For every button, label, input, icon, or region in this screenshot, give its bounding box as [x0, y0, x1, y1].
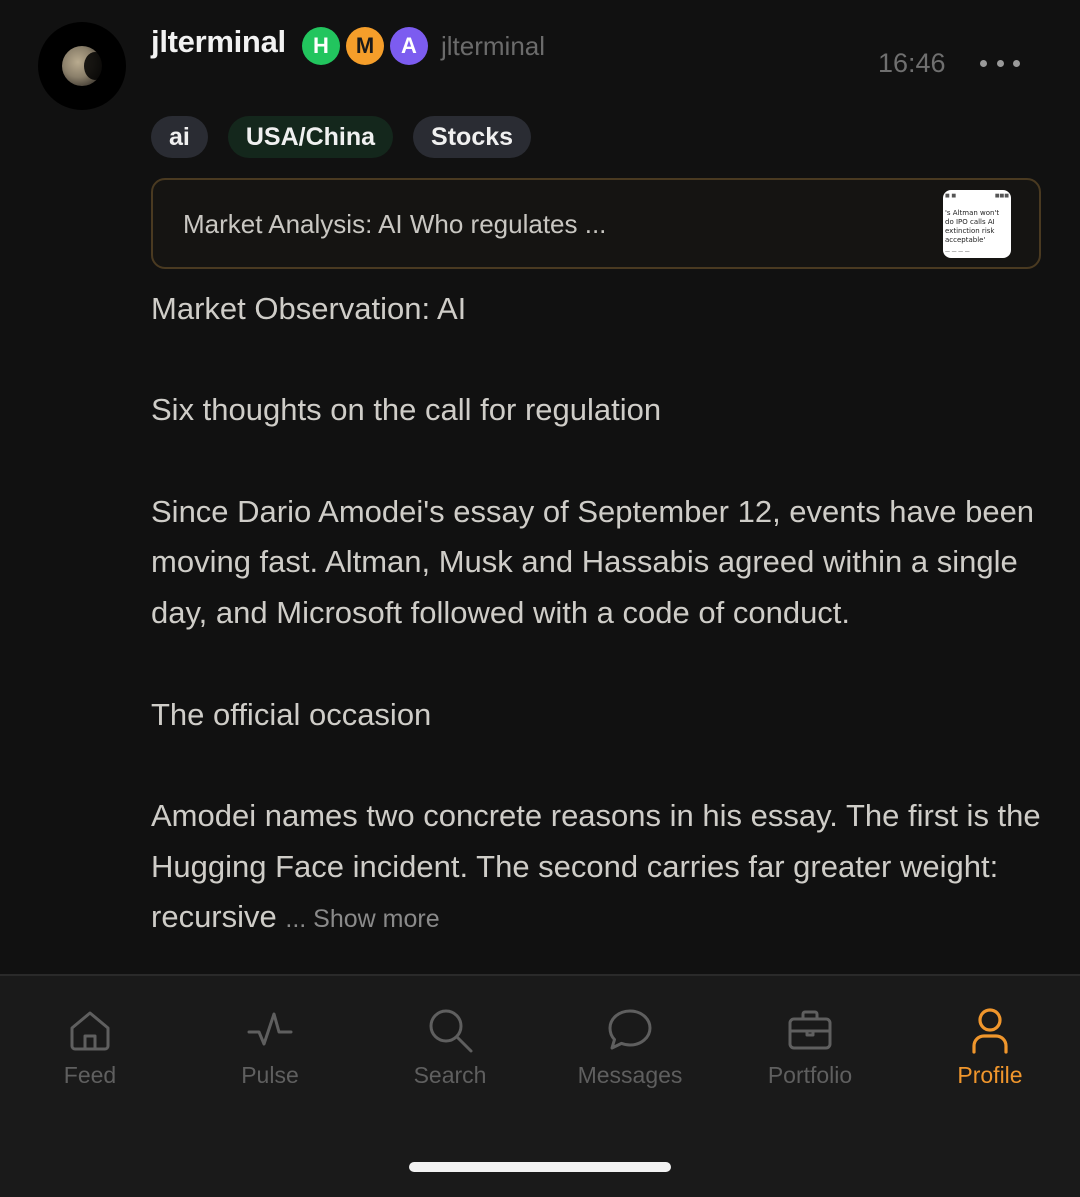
link-preview-card[interactable]: Market Analysis: AI Who regulates ... ■ … — [151, 178, 1041, 269]
tag-stocks[interactable]: Stocks — [413, 116, 532, 158]
more-options-icon[interactable] — [980, 52, 1020, 74]
nav-label: Portfolio — [767, 1062, 853, 1088]
moon-image — [62, 46, 106, 86]
nav-item-pulse[interactable]: Pulse — [180, 1006, 360, 1106]
nav-label: Feed — [63, 1062, 117, 1088]
user-handle[interactable]: jlterminal — [441, 31, 545, 62]
body-paragraph: Amodei names two concrete reasons in his… — [151, 791, 1051, 945]
show-more-link[interactable]: ... Show more — [285, 905, 439, 933]
tag-usa-china[interactable]: USA/China — [227, 116, 394, 158]
home-icon — [70, 1011, 110, 1051]
badge-h: H — [302, 27, 340, 65]
tag-ai[interactable]: ai — [151, 116, 208, 158]
post-screen: jlterminal H M A jlterminal 16:46 ai USA… — [0, 0, 1080, 1197]
user-badges: H M A — [302, 27, 428, 65]
post-time: 16:46 — [878, 48, 946, 78]
link-preview-thumbnail: ■ ■ ■■■ 's Altman won't do IPO calls AI e… — [943, 190, 1011, 258]
briefcase-icon — [788, 1010, 832, 1050]
nav-item-search[interactable]: Search — [360, 1006, 540, 1106]
username[interactable]: jlterminal — [151, 24, 286, 60]
body-paragraph: The official occasion — [151, 696, 432, 732]
thumbnail-headline: 's Altman won't do IPO calls AI extincti… — [945, 209, 1000, 244]
nav-item-profile[interactable]: Profile — [900, 1006, 1080, 1106]
chat-bubble-icon — [608, 1009, 652, 1050]
body-paragraph: Market Observation: AI — [151, 291, 467, 326]
nav-label: Messages — [577, 1062, 683, 1088]
nav-label: Profile — [957, 1062, 1023, 1088]
home-indicator[interactable] — [409, 1162, 671, 1172]
link-preview-title: Market Analysis: AI Who regulates ... — [183, 209, 607, 239]
pulse-icon — [247, 1012, 293, 1046]
avatar[interactable] — [38, 22, 126, 110]
post-body: Market Observation: AI Six thoughts on t… — [151, 284, 1051, 945]
body-paragraph: Since Dario Amodei's essay of September … — [151, 493, 1035, 631]
nav-label: Search — [413, 1062, 487, 1088]
user-icon — [972, 1008, 1008, 1054]
nav-item-portfolio[interactable]: Portfolio — [720, 1006, 900, 1106]
body-paragraph: Six thoughts on the call for regulation — [151, 392, 662, 428]
badge-m: M — [346, 27, 384, 65]
badge-a: A — [390, 27, 428, 65]
tag-list: ai USA/China Stocks — [151, 116, 532, 158]
nav-item-messages[interactable]: Messages — [540, 1006, 720, 1106]
nav-label: Pulse — [241, 1062, 299, 1088]
nav-item-feed[interactable]: Feed — [0, 1006, 180, 1106]
search-icon — [429, 1009, 473, 1053]
